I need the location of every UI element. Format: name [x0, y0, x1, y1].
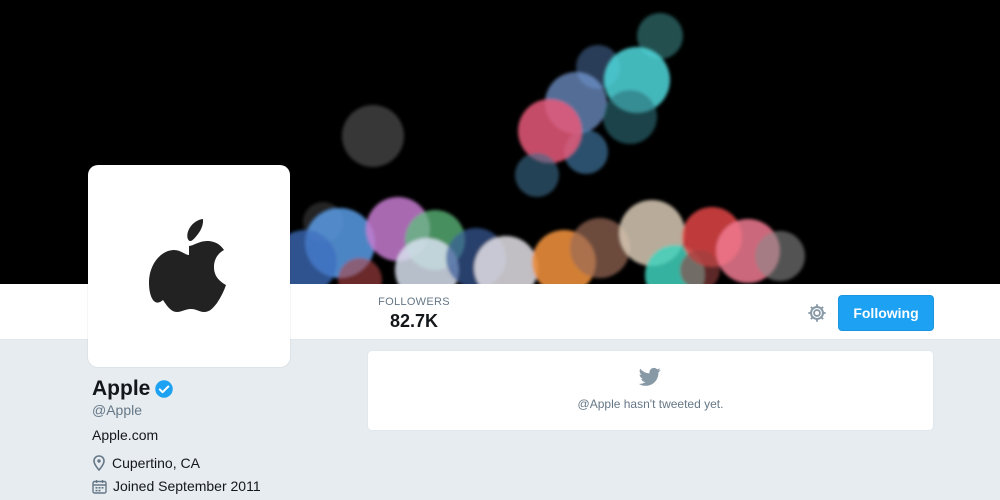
followers-count: 82.7K [389, 311, 439, 331]
profile-website-link[interactable]: Apple.com [92, 427, 158, 443]
join-date-text: Joined September 2011 [113, 478, 261, 494]
profile-join-date: Joined September 2011 [92, 478, 261, 494]
location-text: Cupertino, CA [112, 455, 200, 471]
avatar[interactable] [88, 165, 290, 367]
calendar-icon [92, 479, 107, 494]
location-pin-icon [93, 455, 105, 471]
twitter-bird-icon [639, 367, 661, 386]
verified-badge-icon [155, 380, 174, 398]
timeline-empty-state: @Apple hasn't tweeted yet. [367, 350, 934, 431]
profile-name-row: Apple [92, 377, 174, 401]
profile-location: Cupertino, CA [92, 455, 200, 471]
profile-handle[interactable]: @Apple [92, 402, 142, 418]
apple-logo-icon [149, 219, 226, 312]
following-button[interactable]: Following [838, 295, 934, 331]
gear-icon[interactable] [806, 302, 828, 324]
followers-stat[interactable]: FOLLOWERS 82.7K [372, 296, 456, 332]
empty-timeline-message: @Apple hasn't tweeted yet. [577, 397, 724, 411]
followers-label: FOLLOWERS [378, 296, 450, 308]
profile-name[interactable]: Apple [92, 377, 150, 401]
